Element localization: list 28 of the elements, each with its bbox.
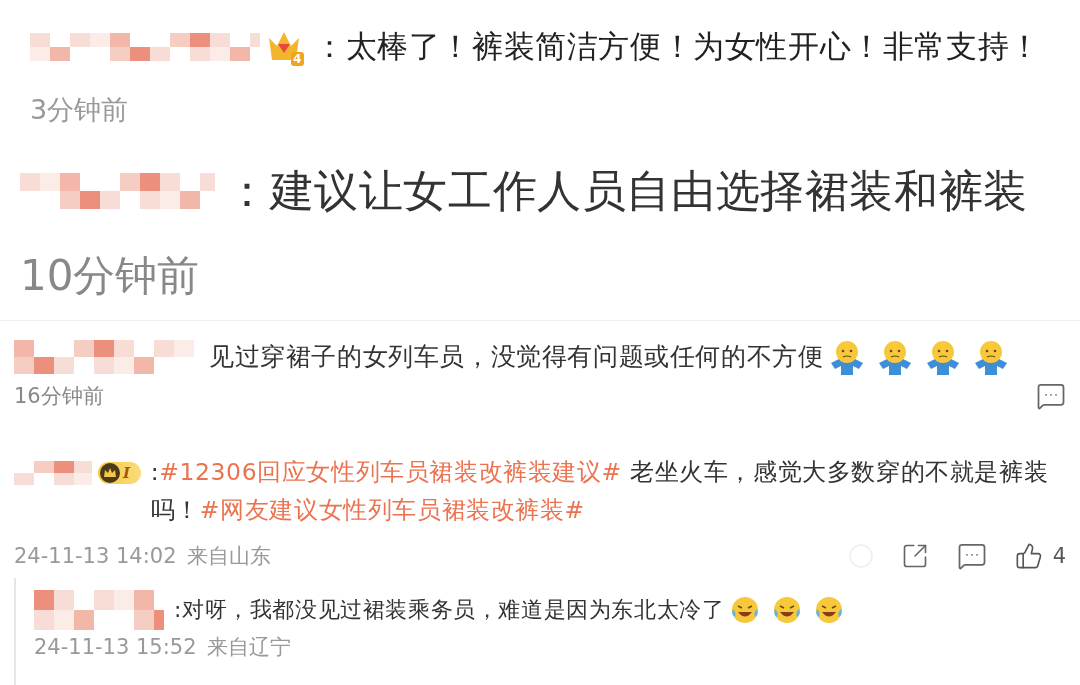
hashtag-link[interactable]: #网友建议女性列车员裙装改裤装# — [199, 495, 585, 524]
comment-time: 3分钟前 — [30, 92, 129, 127]
comment-text: 见过穿裙子的女列车员，没觉得有问题或任何的不方便 — [209, 341, 824, 373]
comment-time: 10分钟前 — [20, 250, 200, 303]
comment-time: 24-11-13 15:52 — [34, 635, 197, 660]
comment-icon[interactable] — [1036, 381, 1066, 411]
shrug-emoji-icon — [829, 339, 866, 375]
comment-text: ：太棒了！裤装简洁方便！为女性开心！非常支持！ — [314, 27, 1041, 66]
laughing-emoji-icon — [730, 594, 761, 625]
shrug-emoji-icon — [973, 339, 1010, 375]
comment-time: 24-11-13 14:02 — [14, 544, 177, 569]
laughing-emoji-icon — [814, 594, 845, 625]
level-number: 4 — [291, 51, 304, 66]
hashtag-link[interactable]: #12306回应女性列车员裙装改裤装建议# — [159, 458, 622, 486]
comment-icon[interactable] — [956, 541, 987, 572]
comment-location: 来自辽宁 — [206, 634, 291, 662]
crown-icon — [100, 462, 120, 483]
shrug-emoji-icon — [925, 339, 962, 375]
comment-location: 来自山东 — [186, 543, 271, 571]
comment-text: :对呀，我都没见过裙装乘务员，难道是因为东北太冷了 — [174, 596, 725, 624]
laughing-emoji-icon — [772, 594, 803, 625]
comment-text: :#12306回应女性列车员裙装改裤装建议# 老坐火车，感觉大多数穿的不就是裤装吗！#网友建议女性列车员裙装改裤装# — [150, 457, 1050, 526]
shrug-emoji-icon — [877, 339, 914, 375]
like-icon[interactable] — [1014, 542, 1043, 571]
comment-time: 16分钟前 — [14, 383, 104, 410]
like-count: 4 — [1052, 544, 1066, 569]
comment-text: ：建议让女工作人员自由选择裙装和裤装 — [225, 164, 1028, 218]
badge-level: I — [123, 462, 131, 484]
